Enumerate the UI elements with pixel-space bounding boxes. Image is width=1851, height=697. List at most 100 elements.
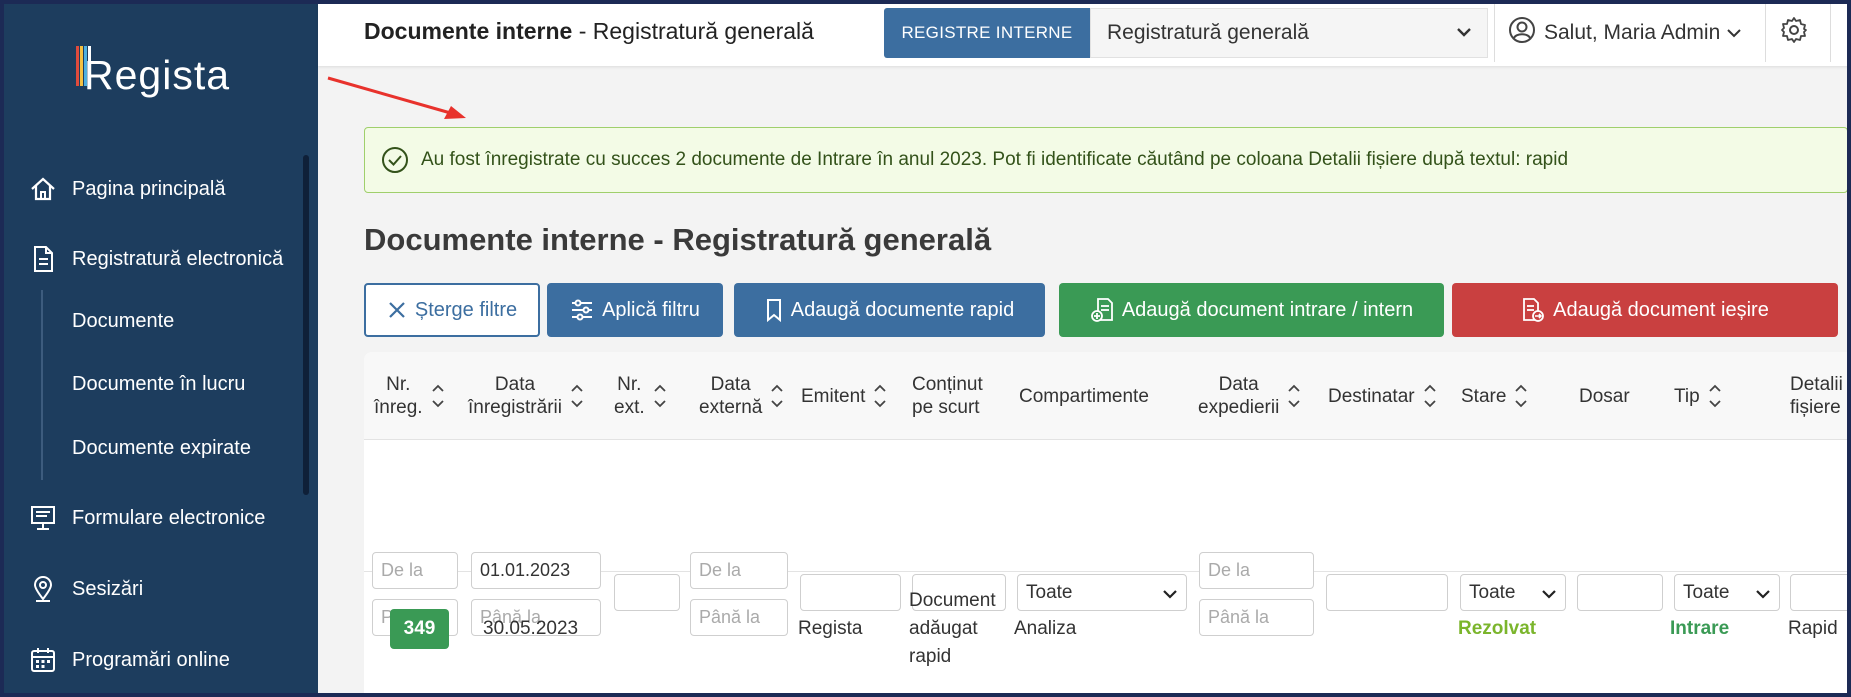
location-pin-icon <box>28 574 58 604</box>
tip-select[interactable]: Toate <box>1674 574 1780 611</box>
column-header-data-expedierii[interactable]: Data expedierii <box>1198 352 1308 440</box>
sort-icon <box>1708 382 1722 410</box>
column-header-compartimente: Compartimente <box>1019 385 1149 407</box>
close-icon <box>387 300 407 320</box>
cell-content: Document adăugat rapid <box>909 590 996 667</box>
sort-icon <box>1287 382 1301 410</box>
status-badge: Rezolvat <box>1458 618 1537 639</box>
chevron-down-icon <box>1726 25 1742 41</box>
document-icon <box>28 244 58 274</box>
documents-table: Nr. înreg. Data înregistrării Nr. ext. Data… <box>364 352 1851 697</box>
sort-icon <box>1423 382 1437 410</box>
sidebar-item-label: Formulare electronice <box>72 506 266 529</box>
add-outgoing-document-button[interactable]: Adaugă document ieșire <box>1452 283 1838 337</box>
sidebar-item-programari[interactable]: Programări online <box>0 635 318 685</box>
check-circle-icon <box>381 146 409 174</box>
column-header-detalii: Detalii fișiere <box>1790 374 1843 418</box>
stare-select[interactable]: Toate <box>1460 574 1566 611</box>
column-header-data-inregistrarii[interactable]: Data înregistrării <box>468 352 590 440</box>
nr-inreg-from-input[interactable] <box>372 552 458 589</box>
exp-date-to-input[interactable] <box>1199 599 1314 636</box>
sidebar-subitem-documente[interactable]: Documente <box>72 310 174 333</box>
sort-icon <box>770 382 784 410</box>
chevron-down-icon <box>1162 586 1178 608</box>
ext-date-to-input[interactable] <box>690 599 788 636</box>
logo-text: Regista <box>84 52 231 98</box>
add-incoming-document-button[interactable]: Adaugă document intrare / intern <box>1059 283 1444 337</box>
sidebar-scrollbar[interactable] <box>303 155 309 495</box>
document-number-badge[interactable]: 349 <box>390 609 449 649</box>
reg-date-from-input[interactable] <box>471 552 601 589</box>
regista-logo[interactable]: Regista <box>76 46 236 106</box>
document-add-icon <box>1090 297 1114 323</box>
apply-filter-button[interactable]: Aplică filtru <box>547 283 723 337</box>
success-alert: Au fost înregistrate cu succes 2 documen… <box>364 127 1848 193</box>
sort-icon <box>431 382 445 410</box>
sidebar-item-formulare[interactable]: Formulare electronice <box>0 493 318 543</box>
calendar-icon <box>28 645 58 675</box>
gear-icon[interactable] <box>1779 15 1809 50</box>
header-divider <box>1494 4 1495 62</box>
submenu-line <box>41 290 43 480</box>
sidebar-item-sesizari[interactable]: Sesizări <box>0 564 318 614</box>
cell-type: Intrare <box>1670 618 1730 639</box>
alert-text: Au fost înregistrate cu succes 2 documen… <box>421 149 1569 170</box>
page-title: Documente interne - Registratură general… <box>364 222 992 257</box>
cell-details: Rapid <box>1788 618 1838 639</box>
sidebar-item-home[interactable]: Pagina principală <box>0 164 318 214</box>
emitent-input[interactable] <box>800 574 901 611</box>
sidebar-item-registratura[interactable]: Registratură electronică <box>0 234 318 284</box>
bookmark-icon <box>765 298 783 322</box>
table-header: Nr. înreg. Data înregistrării Nr. ext. Data… <box>364 352 1851 440</box>
monitor-form-icon <box>28 503 58 533</box>
sort-icon <box>653 382 667 410</box>
header-divider <box>1830 4 1831 62</box>
column-header-tip[interactable]: Tip <box>1674 352 1744 440</box>
column-header-nr-ext[interactable]: Nr. ext. <box>614 352 676 440</box>
sort-icon <box>1514 382 1528 410</box>
home-icon <box>28 174 58 204</box>
exp-date-from-input[interactable] <box>1199 552 1314 589</box>
sidebar-item-label: Programări online <box>72 648 230 671</box>
cell-reg-date: 30.05.2023 <box>483 618 579 639</box>
quick-add-button[interactable]: Adaugă documente rapid <box>734 283 1045 337</box>
sort-icon <box>873 382 887 410</box>
nr-ext-input[interactable] <box>614 574 680 611</box>
sidebar-item-label: Registratură electronică <box>72 247 284 270</box>
column-header-nr-inreg[interactable]: Nr. înreg. <box>374 352 454 440</box>
sort-icon <box>570 382 584 410</box>
sidebar-item-label: Sesizări <box>72 577 144 600</box>
header-divider <box>1765 4 1766 62</box>
detalii-input[interactable] <box>1790 574 1851 611</box>
sliders-icon <box>570 299 594 321</box>
user-menu[interactable]: Salut, Maria Admin <box>1508 10 1742 56</box>
column-header-dosar: Dosar <box>1579 385 1630 407</box>
dosar-input[interactable] <box>1577 574 1663 611</box>
register-select[interactable]: Registratură generală <box>1090 8 1488 58</box>
top-header: Documente interne - Registratură general… <box>318 4 1851 66</box>
destinatar-input[interactable] <box>1326 574 1448 611</box>
column-header-data-externa[interactable]: Data externă <box>699 352 785 440</box>
column-header-stare[interactable]: Stare <box>1461 352 1541 440</box>
filter-row: Toate Toate Toate <box>364 440 1851 636</box>
ext-date-from-input[interactable] <box>690 552 788 589</box>
user-avatar-icon <box>1508 16 1536 50</box>
column-header-destinatar[interactable]: Destinatar <box>1328 352 1448 440</box>
cell-department: Analiza <box>1014 618 1077 639</box>
sidebar: Regista Pagina principală Registratură e… <box>0 0 318 697</box>
compartimente-select[interactable]: Toate <box>1017 574 1187 611</box>
annotation-arrow <box>327 76 466 119</box>
registers-button[interactable]: REGISTRE INTERNE <box>884 8 1090 58</box>
user-greeting: Salut, Maria Admin <box>1544 21 1721 44</box>
column-header-emitent[interactable]: Emitent <box>801 352 891 440</box>
cell-emitent: Regista <box>798 618 863 639</box>
sidebar-subitem-documente-expirate[interactable]: Documente expirate <box>72 437 251 460</box>
document-export-icon <box>1521 297 1545 323</box>
chevron-down-icon <box>1455 23 1473 47</box>
sidebar-item-label: Pagina principală <box>72 177 226 200</box>
column-header-continut: Conținut pe scurt <box>912 374 983 418</box>
sidebar-subitem-documente-in-lucru[interactable]: Documente în lucru <box>72 373 245 396</box>
clear-filters-button[interactable]: Șterge filtre <box>364 283 540 337</box>
chevron-down-icon <box>1541 586 1557 608</box>
header-title: Documente interne - Registratură general… <box>364 18 814 44</box>
